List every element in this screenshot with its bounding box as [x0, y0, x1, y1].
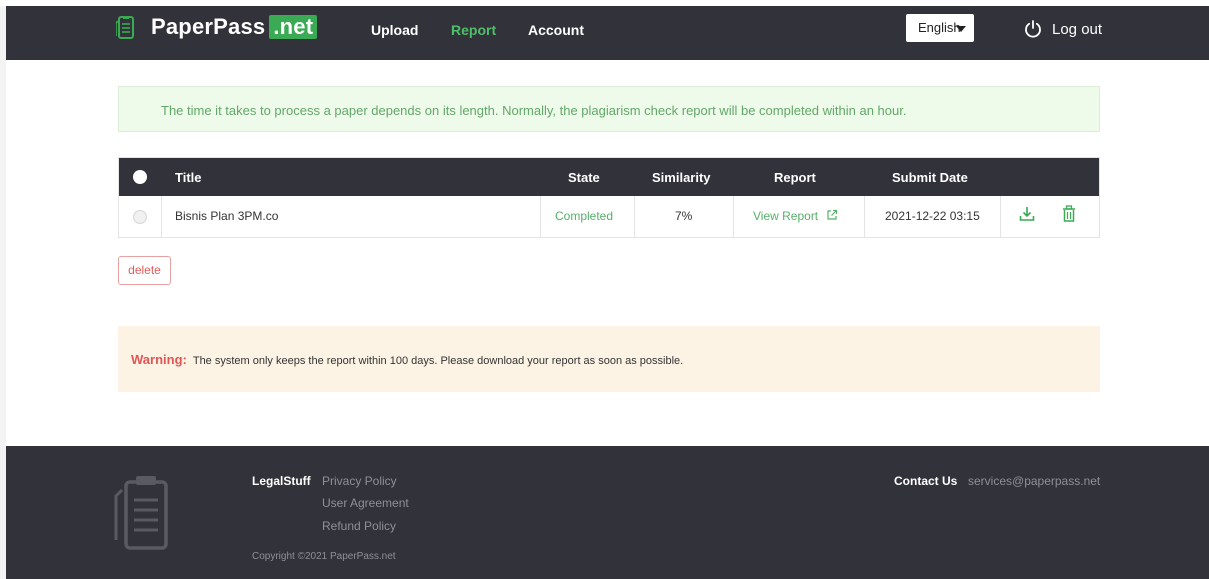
contact-title: Contact Us — [894, 474, 958, 488]
brand-name: PaperPass — [151, 14, 266, 39]
select-all-checkbox[interactable] — [133, 170, 147, 184]
download-icon[interactable] — [1019, 205, 1035, 223]
cell-divider — [634, 196, 635, 237]
user-agreement-link[interactable]: User Agreement — [322, 496, 409, 510]
header-report: Report — [774, 170, 816, 185]
row-title: Bisnis Plan 3PM.co — [175, 209, 279, 223]
row-state: Completed — [555, 209, 614, 223]
contact-email-link[interactable]: services@paperpass.net — [968, 474, 1100, 488]
nav-account[interactable]: Account — [528, 22, 584, 38]
cell-divider — [540, 196, 541, 237]
cell-divider — [864, 196, 865, 237]
view-report-link[interactable]: View Report — [753, 209, 838, 223]
logout-label: Log out — [1052, 20, 1103, 38]
warning-text: The system only keeps the report within … — [192, 355, 684, 367]
privacy-policy-link[interactable]: Privacy Policy — [322, 474, 397, 488]
refund-policy-link[interactable]: Refund Policy — [322, 519, 396, 533]
table-row: Bisnis Plan 3PM.co Completed 7% View Rep… — [119, 196, 1099, 237]
row-checkbox[interactable] — [133, 210, 147, 224]
report-table: Title State Similarity Report Submit Dat… — [118, 157, 1100, 238]
table-header: Title State Similarity Report Submit Dat… — [119, 158, 1099, 196]
processing-notice: The time it takes to process a paper dep… — [118, 86, 1100, 132]
row-submit-date: 2021-12-22 03:15 — [885, 209, 980, 223]
footer-document-icon — [114, 476, 168, 550]
legal-title: LegalStuff — [252, 474, 311, 488]
row-similarity: 7% — [675, 209, 693, 223]
cell-divider — [733, 196, 734, 237]
nav-report[interactable]: Report — [451, 22, 496, 38]
cell-divider — [1000, 196, 1001, 237]
brand-logo[interactable]: PaperPass .net — [151, 14, 318, 40]
page: PaperPass .net Upload Report Account Engl… — [0, 0, 1209, 579]
header-state: State — [568, 170, 600, 185]
external-link-icon — [826, 209, 837, 220]
document-logo-icon — [116, 16, 134, 39]
logout-button[interactable]: Log out — [1024, 20, 1102, 38]
power-icon — [1025, 20, 1041, 38]
brand-suffix: .net — [269, 15, 318, 39]
caret-down-icon — [956, 26, 966, 32]
header-similarity: Similarity — [652, 170, 711, 185]
footer: LegalStuff Privacy Policy User Agreement… — [6, 446, 1209, 579]
delete-button[interactable]: delete — [118, 256, 171, 285]
warning-label: Warning: — [131, 352, 187, 367]
header-submit-date: Submit Date — [892, 170, 968, 185]
view-report-label: View Report — [753, 209, 819, 223]
trash-icon[interactable] — [1062, 205, 1076, 223]
header-title: Title — [175, 170, 202, 185]
language-value: English — [918, 20, 961, 35]
header: PaperPass .net Upload Report Account Engl… — [6, 6, 1209, 60]
warning-banner: Warning: The system only keeps the report… — [118, 326, 1100, 392]
main-content: The time it takes to process a paper dep… — [6, 60, 1209, 446]
nav-upload[interactable]: Upload — [371, 22, 418, 38]
cell-divider — [161, 196, 162, 237]
copyright: Copyright ©2021 PaperPass.net — [252, 551, 396, 562]
language-select[interactable]: English — [906, 14, 974, 42]
